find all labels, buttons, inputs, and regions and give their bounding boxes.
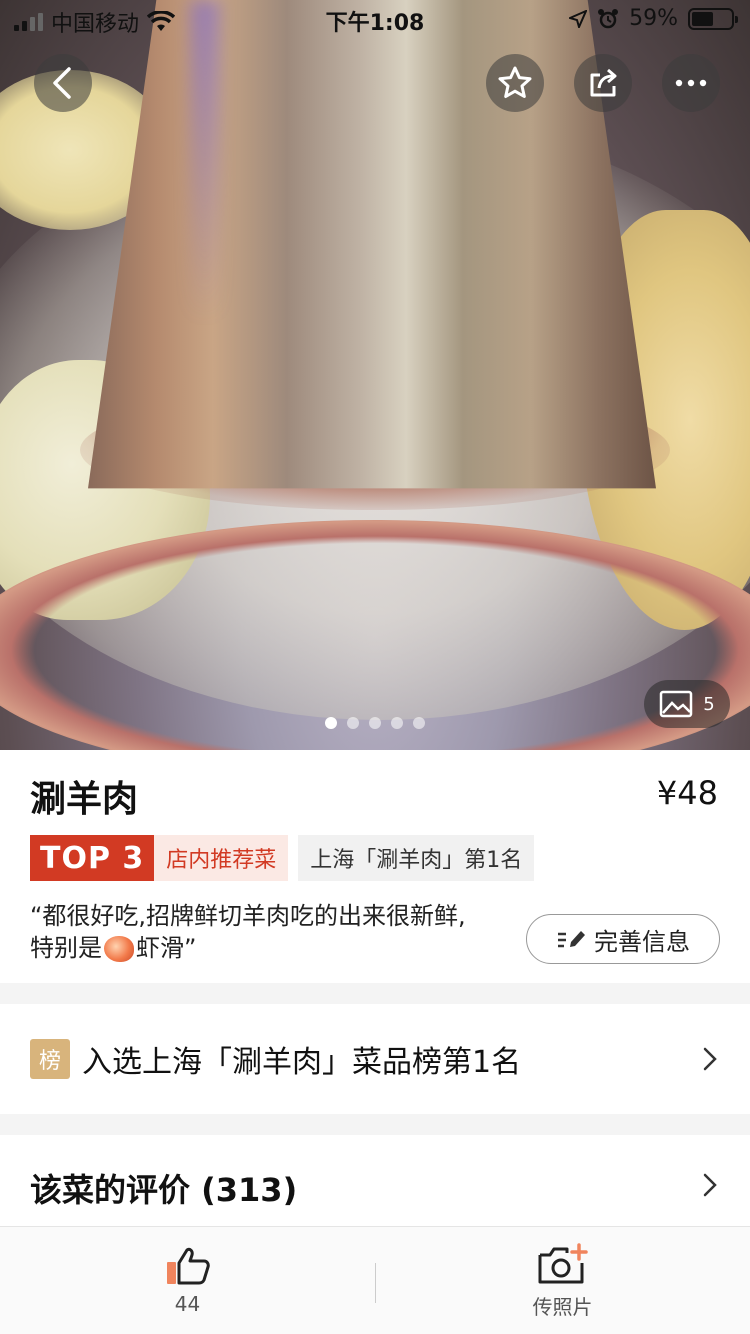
image-icon [660,690,693,718]
recommend-label: 店内推荐菜 [154,835,289,881]
more-button[interactable] [662,54,720,112]
pagination-dot[interactable] [325,717,337,729]
battery-icon [688,7,738,30]
reviews-row[interactable]: 该菜的评价 (313) [0,1135,750,1235]
camera-add-icon [538,1242,588,1283]
top3-label: TOP 3 [30,835,155,881]
dish-tags: TOP 3 店内推荐菜 上海「涮羊肉」第1名 [30,835,535,881]
ranking-text: 入选上海「涮羊肉」菜品榜第1名 [82,1045,522,1080]
share-icon [590,68,617,97]
upload-photo-button[interactable]: 传照片 [375,1227,750,1334]
thumbs-up-icon [166,1247,210,1285]
ranking-row[interactable]: 榜 入选上海「涮羊肉」菜品榜第1名 [0,1004,750,1114]
pagination-dot[interactable] [391,717,403,729]
photo-chimney [88,0,656,489]
battery-percent: 59% [629,6,678,31]
top-rank-tag: TOP 3 店内推荐菜 [30,835,289,881]
star-icon [498,66,532,98]
status-bar: 中国移动 下午1:08 59% [0,0,750,40]
quote-text: “都很好吃,招牌鲜切羊肉吃的出来很新鲜,特别是 [30,902,466,962]
gallery-pagination [0,717,750,729]
photo-count: 5 [703,693,715,715]
more-dots-icon [675,79,707,87]
pagination-dot[interactable] [369,717,381,729]
edit-info-button[interactable]: 完善信息 [526,914,720,964]
like-button[interactable]: 44 [0,1227,375,1334]
upload-photo-label: 传照片 [532,1294,593,1319]
favorite-button[interactable] [486,54,544,112]
bottom-action-bar: 44 传照片 [0,1226,750,1334]
edit-info-label: 完善信息 [594,927,690,956]
shrimp-icon [104,936,134,962]
photo-pot-rim [0,520,750,750]
back-button[interactable] [34,54,92,112]
alarm-icon [598,8,619,28]
photo-light [190,0,220,320]
chevron-right-icon [703,1047,717,1071]
city-rank-tag[interactable]: 上海「涮羊肉」第1名 [298,835,535,881]
pagination-dot[interactable] [413,717,425,729]
back-chevron-icon [53,67,71,99]
dish-price: ¥48 [656,774,718,812]
dish-name: 涮羊肉 [30,779,139,820]
review-quote: “都很好吃,招牌鲜切羊肉吃的出来很新鲜,特别是 虾滑” [30,900,470,964]
ranking-badge: 榜 [30,1039,70,1079]
chevron-right-icon [703,1173,717,1197]
quote-text-end: 虾滑” [136,934,197,962]
reviews-title: 该菜的评价 (313) [30,1171,298,1209]
pagination-dot[interactable] [347,717,359,729]
location-arrow-icon [569,9,588,28]
dish-photo[interactable] [0,0,750,750]
dish-info-card: 涮羊肉 ¥48 TOP 3 店内推荐菜 上海「涮羊肉」第1名 “都很好吃,招牌鲜… [0,750,750,983]
like-count: 44 [174,1292,201,1316]
share-button[interactable] [574,54,632,112]
edit-pencil-icon [558,931,585,948]
